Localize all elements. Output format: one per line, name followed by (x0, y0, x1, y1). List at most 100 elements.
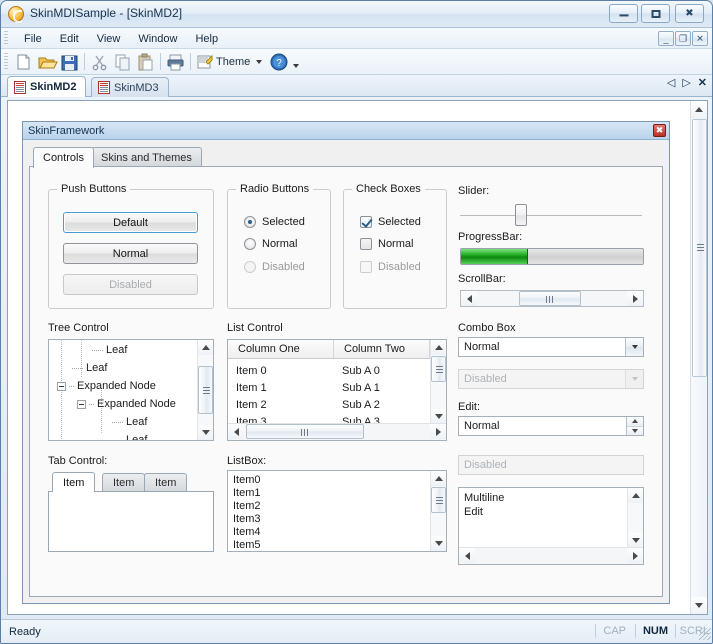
mdi-minimize-button[interactable]: _ (658, 31, 674, 46)
maximize-button[interactable] (641, 4, 670, 23)
scrollbar-left-button[interactable] (461, 291, 477, 306)
tree-node[interactable]: Leaf (72, 362, 107, 374)
spinner-down-button[interactable] (627, 426, 643, 435)
tree-node-expanded[interactable]: Expanded Node (77, 398, 176, 410)
tab-close-icon[interactable]: ✕ (698, 78, 707, 89)
tab-controls[interactable]: Controls (33, 147, 94, 168)
scrollbar-right-button[interactable] (627, 291, 643, 306)
combo-box-disabled-value: Disabled (464, 373, 507, 385)
edit-normal[interactable]: Normal (458, 416, 644, 436)
spinner-up-button[interactable] (627, 417, 643, 427)
menu-item-view[interactable]: View (88, 31, 130, 47)
help-button[interactable]: ? (268, 51, 291, 73)
normal-button[interactable]: Normal (63, 243, 198, 264)
tree-scroll-down-button[interactable] (198, 425, 213, 440)
list-item[interactable]: Item5 (233, 539, 261, 551)
list-control[interactable]: Column One Column Two Item 0 Sub A 0 Ite… (227, 339, 447, 441)
default-button[interactable]: Default (63, 212, 198, 233)
column-header-two[interactable]: Column Two (334, 340, 430, 358)
menu-grip[interactable] (4, 31, 8, 46)
list-item[interactable]: Item1 (233, 487, 261, 499)
print-button[interactable] (164, 51, 187, 73)
list-item[interactable]: Item3 (233, 513, 261, 525)
tree-node[interactable]: Leaf (112, 416, 147, 428)
chevron-down-icon[interactable] (256, 59, 263, 64)
open-button[interactable] (35, 51, 58, 73)
menu-item-file[interactable]: File (15, 31, 51, 47)
toolbar-overflow-icon[interactable] (293, 63, 300, 68)
menu-item-window[interactable]: Window (129, 31, 186, 47)
slider-thumb[interactable] (515, 204, 527, 226)
menu-item-edit[interactable]: Edit (51, 31, 88, 47)
tree-scroll-thumb[interactable] (198, 366, 213, 414)
tab-prev-icon[interactable]: ◁ (667, 78, 675, 89)
combo-box-normal[interactable]: Normal (458, 337, 644, 357)
list-scroll-right-button[interactable] (430, 424, 446, 439)
tree-scrollbar (197, 340, 213, 440)
multiline-scroll-down-button[interactable] (628, 533, 643, 548)
mdi-tab-skinmd2[interactable]: SkinMD2 (7, 76, 87, 97)
tab-control-tab-1[interactable]: Item (102, 473, 146, 492)
slider-track[interactable] (460, 215, 642, 216)
tab-skins-and-themes[interactable]: Skins and Themes (91, 147, 202, 167)
list-hscroll-thumb[interactable] (246, 424, 364, 439)
list-item[interactable]: Item2 (233, 500, 261, 512)
mdi-restore-button[interactable]: ❐ (675, 31, 691, 46)
edit-value: Normal (464, 420, 500, 432)
mdi-close-button[interactable]: ✕ (692, 31, 708, 46)
radio-selected[interactable]: Selected (244, 216, 305, 228)
menu-item-help[interactable]: Help (186, 31, 227, 47)
minimize-button[interactable] (609, 4, 638, 23)
skinframework-close-button[interactable]: ✖ (653, 124, 666, 137)
combo-box-dropdown-button[interactable] (625, 338, 643, 356)
column-header-one[interactable]: Column One (228, 340, 334, 358)
checkbox-selected[interactable]: Selected (360, 216, 421, 228)
list-scroll-up-button[interactable] (431, 340, 446, 355)
multiline-scroll-left-button[interactable] (459, 548, 475, 563)
multiline-edit[interactable]: Multiline Edit (458, 487, 644, 565)
tree-collapse-icon[interactable] (57, 381, 66, 391)
tree-node[interactable]: Leaf (112, 434, 147, 440)
tree-node-expanded[interactable]: Expanded Node (57, 380, 156, 392)
tree-node[interactable]: Leaf (92, 344, 127, 356)
tab-next-icon[interactable]: ▷ (682, 78, 690, 89)
cut-button[interactable] (88, 51, 111, 73)
listbox-scroll-thumb[interactable] (431, 487, 446, 513)
client-scroll-down-button[interactable] (691, 597, 707, 614)
list-item[interactable]: Item4 (233, 526, 261, 538)
list-scroll-down-button[interactable] (431, 409, 446, 424)
listbox-scroll-down-button[interactable] (431, 536, 446, 551)
resize-grip[interactable] (699, 628, 711, 640)
toolbar-grip[interactable] (4, 53, 8, 70)
new-button[interactable] (12, 51, 35, 73)
tree-dots (112, 421, 123, 423)
tree-scroll-up-button[interactable] (198, 340, 213, 355)
scrollbar-thumb[interactable] (519, 291, 581, 306)
list-item[interactable]: Item0 (233, 474, 261, 486)
mdi-tab-skinmd3[interactable]: SkinMD3 (91, 77, 169, 97)
tree-control[interactable]: Leaf Leaf Expanded Node Expanded Node Le… (48, 339, 214, 441)
listbox-scroll-up-button[interactable] (431, 471, 446, 486)
list-scroll-left-button[interactable] (228, 424, 244, 439)
left-arrow-icon (466, 294, 472, 303)
multiline-scroll-up-button[interactable] (628, 488, 643, 503)
tab-control-tab-2[interactable]: Item (144, 473, 188, 492)
copy-button[interactable] (111, 51, 134, 73)
client-scroll-up-button[interactable] (691, 101, 707, 118)
paste-button[interactable] (134, 51, 157, 73)
disabled-button: Disabled (63, 274, 198, 295)
client-scroll-thumb[interactable] (692, 119, 707, 377)
close-button[interactable]: ✖ (675, 4, 704, 23)
radio-normal[interactable]: Normal (244, 238, 297, 250)
listbox[interactable]: Item0 Item1 Item2 Item3 Item4 Item5 Item… (227, 470, 447, 552)
tree-collapse-icon[interactable] (77, 399, 86, 409)
edit-spinner[interactable] (626, 417, 643, 435)
save-button[interactable] (58, 51, 81, 73)
multiline-scroll-right-button[interactable] (627, 548, 643, 563)
list-scroll-thumb[interactable] (431, 356, 446, 382)
checkbox-normal[interactable]: Normal (360, 238, 413, 250)
status-divider (635, 624, 636, 638)
theme-button[interactable]: Theme (194, 51, 268, 73)
tree-dots (72, 367, 83, 369)
tab-control-tab-0[interactable]: Item (52, 472, 96, 492)
